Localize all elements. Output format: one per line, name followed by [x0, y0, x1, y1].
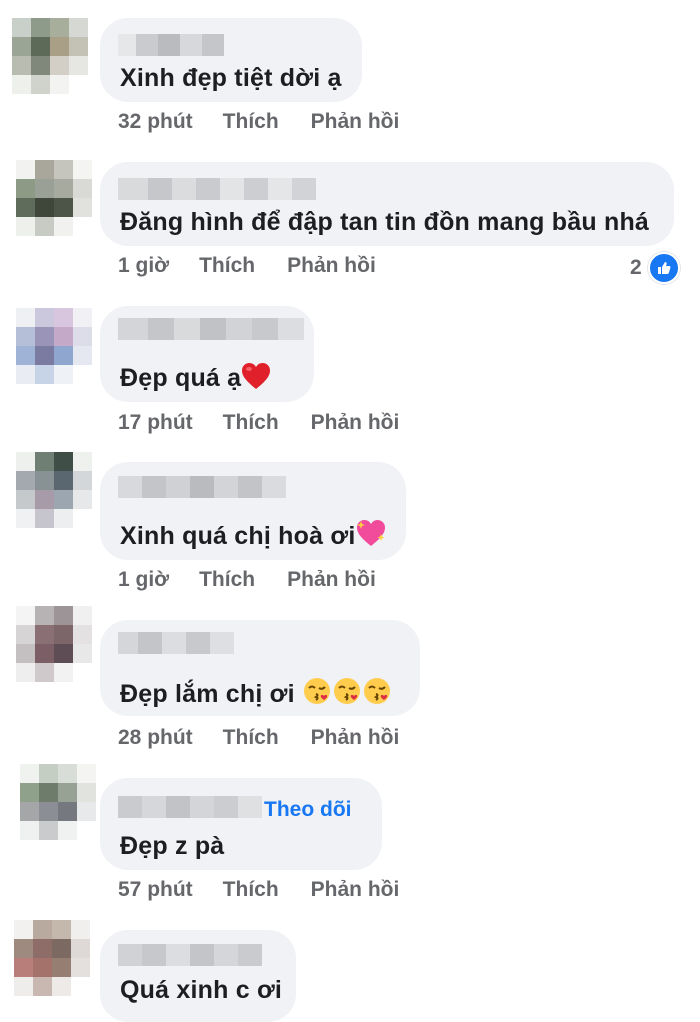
comment-text: Xinh quá chị hoà ơi: [120, 518, 387, 551]
kissing-face-emoji: [333, 678, 360, 704]
reply-button[interactable]: Phản hồi: [311, 878, 400, 902]
like-button[interactable]: Thích: [199, 568, 255, 592]
comment-actions: 28 phút Thích Phản hồi: [118, 726, 399, 750]
reaction-count: 2: [630, 256, 642, 279]
comment-bubble: Theo dõi Đẹp z pà: [100, 778, 382, 870]
reply-button[interactable]: Phản hồi: [311, 110, 400, 134]
reply-button[interactable]: Phản hồi: [311, 726, 400, 750]
comment-bubble: Đăng hình để đập tan tin đồn mang bầu nh…: [100, 162, 674, 246]
like-button[interactable]: Thích: [223, 878, 279, 902]
avatar[interactable]: [16, 606, 92, 682]
avatar[interactable]: [16, 452, 92, 528]
comment-actions: 1 giờ Thích Phản hồi: [118, 254, 376, 278]
avatar[interactable]: [16, 160, 92, 236]
avatar[interactable]: [16, 308, 92, 384]
kissing-face-emoji: [363, 678, 390, 704]
like-button[interactable]: Thích: [223, 411, 279, 435]
comment-time[interactable]: 1 giờ: [118, 254, 169, 278]
commenter-name-blurred[interactable]: [118, 944, 262, 966]
comment-text: Đẹp z pà: [120, 832, 225, 860]
comment-time[interactable]: 28 phút: [118, 726, 193, 750]
comment-text: Đẹp lắm chị ơi: [120, 676, 392, 709]
commenter-name-blurred[interactable]: [118, 632, 234, 654]
comment-bubble: Quá xinh c ơi: [100, 930, 296, 1022]
reply-button[interactable]: Phản hồi: [287, 568, 376, 592]
comment-time[interactable]: 32 phút: [118, 110, 193, 134]
follow-button[interactable]: Theo dõi: [264, 798, 352, 822]
like-icon: [647, 252, 680, 284]
like-button[interactable]: Thích: [223, 726, 279, 750]
commenter-name-blurred[interactable]: [118, 476, 286, 498]
comment-actions: 57 phút Thích Phản hồi: [118, 878, 399, 902]
heart-emoji: [242, 363, 271, 389]
comment-actions: 32 phút Thích Phản hồi: [118, 110, 399, 134]
like-button[interactable]: Thích: [199, 254, 255, 278]
commenter-name-blurred[interactable]: [118, 34, 224, 56]
comment-bubble: Xinh quá chị hoà ơi: [100, 462, 406, 560]
sparkling-heart-emoji: [357, 520, 386, 546]
comment-bubble: Xinh đẹp tiệt dời ạ: [100, 18, 362, 102]
comment-bubble: Đẹp lắm chị ơi: [100, 620, 420, 716]
comment-text: Đăng hình để đập tan tin đồn mang bầu nh…: [120, 208, 650, 236]
like-button[interactable]: Thích: [223, 110, 279, 134]
comment-bubble: Đẹp quá ạ: [100, 306, 314, 402]
comment-actions: 1 giờ Thích Phản hồi: [118, 568, 376, 592]
commenter-name-blurred[interactable]: [118, 318, 304, 340]
comment-text: Xinh đẹp tiệt dời ạ: [120, 64, 342, 92]
comment-text: Quá xinh c ơi: [120, 976, 283, 1004]
comment-time[interactable]: 17 phút: [118, 411, 193, 435]
avatar[interactable]: [20, 764, 96, 840]
avatar[interactable]: [14, 920, 90, 996]
comment-time[interactable]: 57 phút: [118, 878, 193, 902]
avatar[interactable]: [12, 18, 88, 94]
kissing-face-emoji: [303, 678, 330, 704]
commenter-name-blurred[interactable]: [118, 178, 316, 200]
commenter-name-blurred[interactable]: [118, 796, 262, 818]
comment-actions: 17 phút Thích Phản hồi: [118, 411, 399, 435]
comment-text: Đẹp quá ạ: [120, 362, 271, 393]
reaction-summary[interactable]: 2: [630, 252, 680, 284]
reply-button[interactable]: Phản hồi: [287, 254, 376, 278]
comment-time[interactable]: 1 giờ: [118, 568, 169, 592]
reply-button[interactable]: Phản hồi: [311, 411, 400, 435]
